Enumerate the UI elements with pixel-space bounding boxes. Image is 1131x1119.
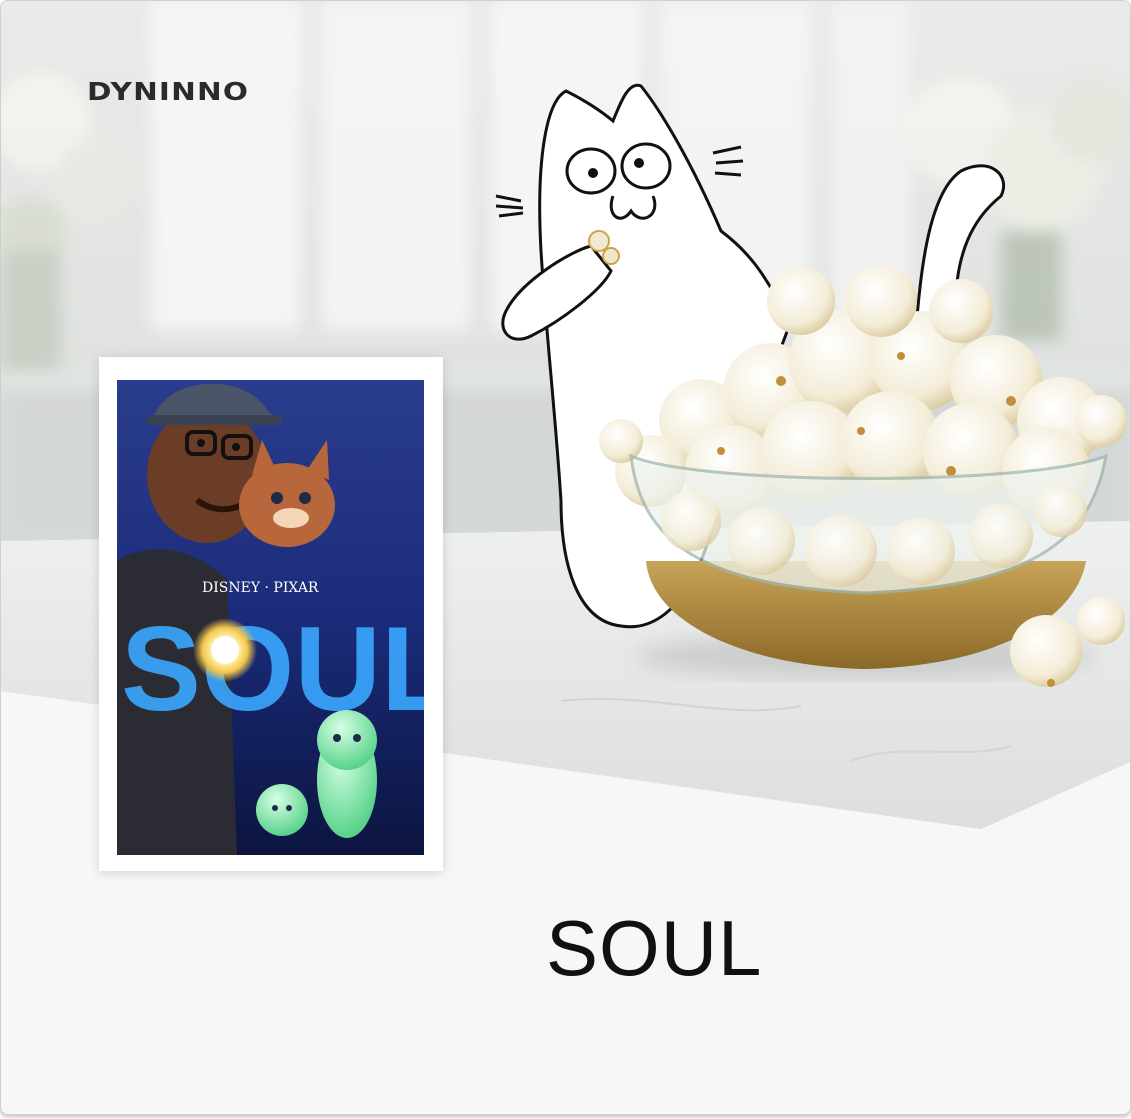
movie-poster: DISNEY · PIXAR SOUL: [117, 380, 424, 855]
poster-studio-label: DISNEY · PIXAR: [202, 580, 319, 596]
poster-frame: DISNEY · PIXAR SOUL: [99, 357, 443, 871]
post-card: DYNINNO DISNEY · PIXAR SOUL SOUL: [0, 0, 1131, 1115]
movie-title: SOUL: [546, 904, 763, 992]
poster-title-art: SOUL: [121, 602, 424, 736]
